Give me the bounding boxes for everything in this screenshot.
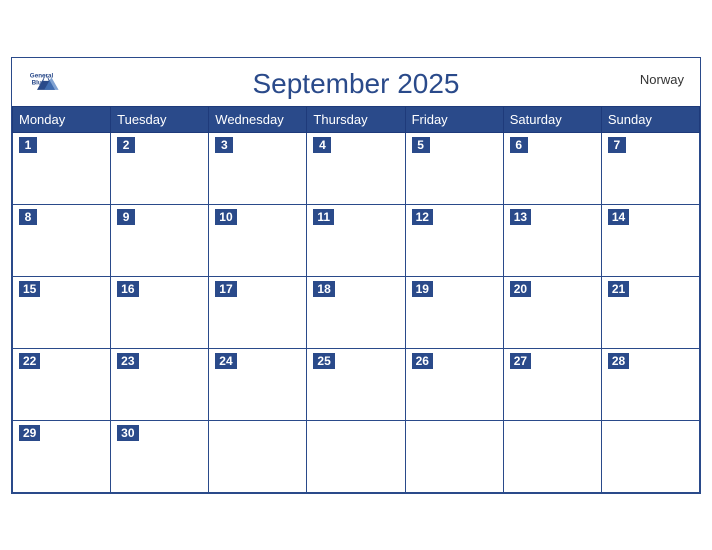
calendar-cell: 3 bbox=[209, 132, 307, 204]
day-number: 2 bbox=[117, 137, 135, 153]
calendar-cell: 28 bbox=[601, 348, 699, 420]
day-number: 19 bbox=[412, 281, 433, 297]
calendar-cell: 21 bbox=[601, 276, 699, 348]
day-number: 1 bbox=[19, 137, 37, 153]
calendar-container: General Blue September 2025 Norway Monda… bbox=[11, 57, 701, 494]
weekday-header-wednesday: Wednesday bbox=[209, 106, 307, 132]
day-number: 20 bbox=[510, 281, 531, 297]
calendar-cell: 2 bbox=[111, 132, 209, 204]
calendar-week-row: 22 23 24 25 26 27 28 bbox=[13, 348, 700, 420]
calendar-cell: 6 bbox=[503, 132, 601, 204]
calendar-cell bbox=[601, 420, 699, 492]
day-number: 10 bbox=[215, 209, 236, 225]
calendar-cell bbox=[307, 420, 405, 492]
day-number: 25 bbox=[313, 353, 334, 369]
day-number: 27 bbox=[510, 353, 531, 369]
day-number: 7 bbox=[608, 137, 626, 153]
day-number: 23 bbox=[117, 353, 138, 369]
day-number: 26 bbox=[412, 353, 433, 369]
calendar-cell: 10 bbox=[209, 204, 307, 276]
calendar-cell: 12 bbox=[405, 204, 503, 276]
calendar-cell: 1 bbox=[13, 132, 111, 204]
day-number: 3 bbox=[215, 137, 233, 153]
calendar-cell: 11 bbox=[307, 204, 405, 276]
day-number: 4 bbox=[313, 137, 331, 153]
calendar-cell: 27 bbox=[503, 348, 601, 420]
calendar-cell: 4 bbox=[307, 132, 405, 204]
logo: General Blue bbox=[28, 66, 64, 94]
day-number: 16 bbox=[117, 281, 138, 297]
calendar-table: MondayTuesdayWednesdayThursdayFridaySatu… bbox=[12, 106, 700, 493]
day-number: 28 bbox=[608, 353, 629, 369]
calendar-cell: 13 bbox=[503, 204, 601, 276]
day-number: 29 bbox=[19, 425, 40, 441]
calendar-cell: 22 bbox=[13, 348, 111, 420]
calendar-cell: 18 bbox=[307, 276, 405, 348]
weekday-header-sunday: Sunday bbox=[601, 106, 699, 132]
calendar-cell: 15 bbox=[13, 276, 111, 348]
svg-text:General: General bbox=[30, 72, 54, 79]
day-number: 13 bbox=[510, 209, 531, 225]
calendar-cell bbox=[503, 420, 601, 492]
calendar-cell: 30 bbox=[111, 420, 209, 492]
calendar-cell: 20 bbox=[503, 276, 601, 348]
calendar-week-row: 29 30 bbox=[13, 420, 700, 492]
day-number: 15 bbox=[19, 281, 40, 297]
day-number: 12 bbox=[412, 209, 433, 225]
day-number: 24 bbox=[215, 353, 236, 369]
country-label: Norway bbox=[640, 72, 684, 87]
calendar-cell bbox=[405, 420, 503, 492]
weekday-header-monday: Monday bbox=[13, 106, 111, 132]
calendar-cell: 24 bbox=[209, 348, 307, 420]
day-number: 14 bbox=[608, 209, 629, 225]
calendar-week-row: 8 9 10 11 12 13 14 bbox=[13, 204, 700, 276]
weekday-header-friday: Friday bbox=[405, 106, 503, 132]
calendar-cell: 17 bbox=[209, 276, 307, 348]
calendar-cell: 16 bbox=[111, 276, 209, 348]
day-number: 30 bbox=[117, 425, 138, 441]
weekday-header-tuesday: Tuesday bbox=[111, 106, 209, 132]
calendar-cell: 29 bbox=[13, 420, 111, 492]
calendar-cell: 25 bbox=[307, 348, 405, 420]
calendar-cell: 23 bbox=[111, 348, 209, 420]
day-number: 8 bbox=[19, 209, 37, 225]
calendar-cell: 5 bbox=[405, 132, 503, 204]
weekday-header-thursday: Thursday bbox=[307, 106, 405, 132]
calendar-week-row: 15 16 17 18 19 20 21 bbox=[13, 276, 700, 348]
calendar-cell bbox=[209, 420, 307, 492]
calendar-cell: 9 bbox=[111, 204, 209, 276]
day-number: 9 bbox=[117, 209, 135, 225]
calendar-cell: 14 bbox=[601, 204, 699, 276]
svg-text:Blue: Blue bbox=[32, 79, 46, 86]
calendar-cell: 7 bbox=[601, 132, 699, 204]
day-number: 17 bbox=[215, 281, 236, 297]
day-number: 5 bbox=[412, 137, 430, 153]
day-number: 22 bbox=[19, 353, 40, 369]
weekday-header-row: MondayTuesdayWednesdayThursdayFridaySatu… bbox=[13, 106, 700, 132]
calendar-cell: 8 bbox=[13, 204, 111, 276]
day-number: 18 bbox=[313, 281, 334, 297]
calendar-header: General Blue September 2025 Norway bbox=[12, 58, 700, 106]
day-number: 21 bbox=[608, 281, 629, 297]
day-number: 6 bbox=[510, 137, 528, 153]
calendar-cell: 26 bbox=[405, 348, 503, 420]
calendar-week-row: 1 2 3 4 5 6 7 bbox=[13, 132, 700, 204]
day-number: 11 bbox=[313, 209, 334, 225]
calendar-title: September 2025 bbox=[252, 68, 459, 100]
calendar-cell: 19 bbox=[405, 276, 503, 348]
logo-icon: General Blue bbox=[28, 66, 64, 94]
weekday-header-saturday: Saturday bbox=[503, 106, 601, 132]
